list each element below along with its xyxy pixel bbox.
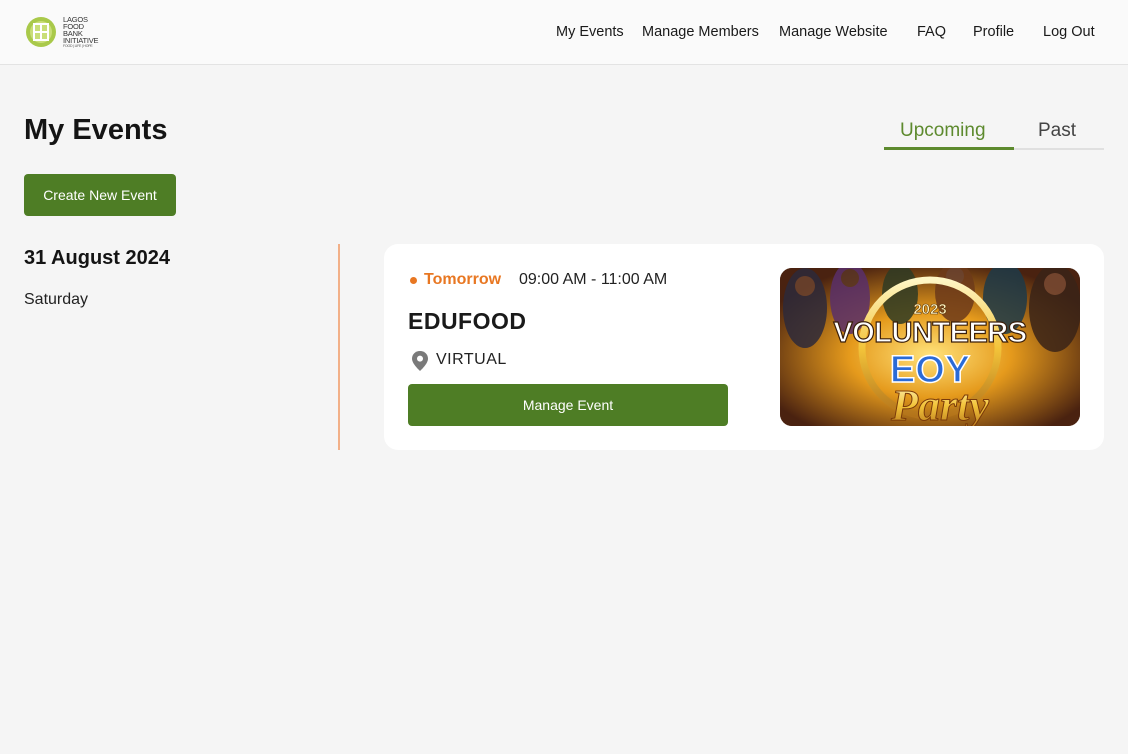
brand-line-4: INITIATIVE [63,35,99,45]
event-status: Tomorrow [424,271,502,288]
page-title: My Events [24,114,168,146]
tab-upcoming[interactable]: Upcoming [900,120,986,142]
map-pin-icon [410,350,430,372]
brand-logo[interactable]: LAGOS FOOD BANK INITIATIVE FOOD | LIFE |… [24,15,104,49]
brand-tagline: FOOD | LIFE | HOPE [63,43,93,48]
event-location: VIRTUAL [436,351,507,368]
status-dot-icon [410,277,417,284]
create-new-event-button[interactable]: Create New Event [24,174,176,216]
timeline-divider [338,244,340,450]
svg-text:Party: Party [890,381,989,426]
lfbi-logo-icon [24,16,62,48]
nav-my-events[interactable]: My Events [556,24,624,40]
event-banner-image[interactable]: 2023 VOLUNTEERS EOY Party [780,268,1080,426]
tab-past[interactable]: Past [1038,120,1076,142]
svg-text:VOLUNTEERS: VOLUNTEERS [833,317,1026,349]
nav-log-out[interactable]: Log Out [1043,24,1095,40]
event-date: 31 August 2024 [24,247,170,269]
nav-faq[interactable]: FAQ [917,24,946,40]
event-name: EDUFOOD [408,308,527,334]
nav-manage-website[interactable]: Manage Website [779,24,888,40]
event-card[interactable]: Tomorrow 09:00 AM - 11:00 AM EDUFOOD VIR… [384,244,1104,450]
top-nav-bar: LAGOS FOOD BANK INITIATIVE FOOD | LIFE |… [0,0,1128,65]
nav-profile[interactable]: Profile [973,24,1014,40]
svg-text:2023: 2023 [913,301,946,318]
event-tabs: Upcoming Past [884,116,1104,150]
brand-wordmark: LAGOS FOOD BANK INITIATIVE FOOD | LIFE |… [63,15,99,49]
manage-event-button[interactable]: Manage Event [408,384,728,426]
event-weekday: Saturday [24,291,89,308]
nav-manage-members[interactable]: Manage Members [642,24,759,40]
active-tab-indicator [884,147,1014,150]
event-time: 09:00 AM - 11:00 AM [519,271,668,288]
